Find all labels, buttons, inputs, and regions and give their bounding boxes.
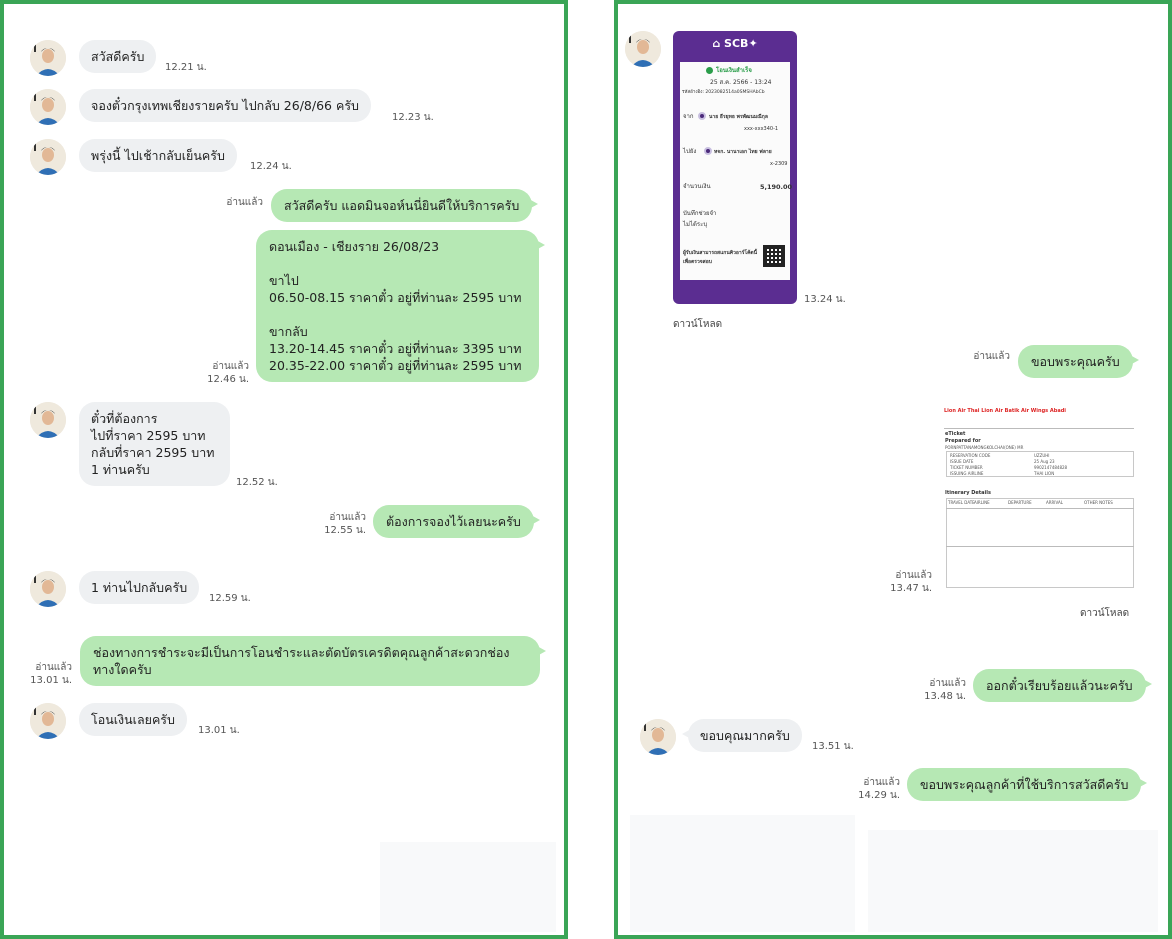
customer-avatar[interactable] [625,31,661,67]
info-key: ISSUING AIRLINE [950,471,984,476]
divider [944,428,1134,429]
slip-to-label: ไปยัง [683,148,697,155]
customer-avatar[interactable] [30,40,66,76]
customer-avatar[interactable] [640,719,676,755]
incoming-message[interactable]: พรุ่งนี้ ไปเช้ากลับเย็นครับ [79,139,237,172]
column-header: DEPARTURE [1008,500,1032,505]
slip-from-account: xxx-xxx340-1 [744,126,779,132]
column-header: ARRIVAL [1046,500,1063,505]
slip-amount-label: จำนวนเงิน [683,183,711,190]
incoming-message[interactable]: จองตั๋วกรุงเทพเชียงรายครับ ไปกลับ 26/8/6… [79,89,371,122]
airline-logos: Lion Air Thai Lion Air Batik Air Wings A… [944,408,1066,414]
slip-from-name: นาย ธีรยุทธ พรพัฒนมณีกุล [709,114,768,120]
message-time: 12.21 น. [165,62,207,73]
divider [946,508,1134,509]
read-receipt: อ่านแล้ว 13.48 น. [924,678,966,702]
outgoing-message[interactable]: สวัสดีครับ แอดมินจอห์นนี่ยินดีให้บริการค… [271,189,539,222]
itinerary-title: Itinerary Details [945,490,991,496]
column-header: AIRLINE [974,500,990,505]
blank-area [380,842,556,932]
customer-avatar[interactable] [30,402,66,438]
blank-area [630,815,855,932]
slip-from-label: จาก [683,113,694,120]
success-check-icon [706,67,713,74]
download-link[interactable]: ดาวน์โหลด [673,317,722,332]
read-receipt: อ่านแล้ว [226,197,263,208]
eticket-image[interactable]: Lion Air Thai Lion Air Batik Air Wings A… [944,400,1136,592]
slip-to-account: x-2309 [770,161,788,167]
outgoing-message[interactable]: ออกตั๋วเรียบร้อยแล้วนะครับ [973,669,1152,702]
incoming-message[interactable]: ตั๋วที่ต้องการ ไปที่ราคา 2595 บาท กลับที… [79,402,230,486]
slip-to-name: หจก. นานาเอก ไทย ฟลาย [714,149,772,155]
info-key: RESERVATION CODE [950,453,991,458]
outgoing-message[interactable]: ดอนเมือง - เชียงราย 26/08/23 ขาไป 06.50-… [256,230,545,382]
eticket-title: eTicket [945,431,966,437]
read-receipt: อ่านแล้ว [973,351,1010,362]
qr-code-icon [763,245,785,267]
customer-avatar[interactable] [30,571,66,607]
slip-ref: รหัสอ้างอิง: 2023082514a0SMSHAbCb [682,90,765,95]
info-value: UZZUHI [1034,453,1050,458]
transfer-slip-image[interactable]: ⌂ SCB✦ โอนเงินสำเร็จ 25 ส.ค. 2566 - 13:2… [673,31,797,304]
read-receipt: อ่านแล้ว 13.47 น. [890,570,932,594]
customer-avatar[interactable] [30,703,66,739]
outgoing-message[interactable]: ขอบพระคุณครับ [1018,345,1139,378]
message-time: 13.24 น. [804,294,846,305]
account-icon [698,112,706,120]
info-value: THAI LION [1034,471,1055,476]
message-time: 12.23 น. [392,112,434,123]
passenger-name: PORNPATTANAMONGKOLCHAI(ONE) MR [945,445,1024,450]
read-receipt: อ่านแล้ว 14.29 น. [858,777,900,801]
prepared-for-label: Prepared for [945,438,981,444]
download-link[interactable]: ดาวน์โหลด [1080,606,1129,621]
slip-amount: 5,190.00 [760,183,793,191]
read-receipt: อ่านแล้ว 13.01 น. [30,662,72,686]
scb-logo: ⌂ SCB✦ [712,37,758,50]
blank-area [868,830,1158,932]
message-time: 13.51 น. [812,741,854,752]
message-time: 12.52 น. [236,477,278,488]
account-icon [704,147,712,155]
outgoing-message[interactable]: ต้องการจองไว้เลยนะครับ [373,505,540,538]
slip-content: โอนเงินสำเร็จ 25 ส.ค. 2566 - 13:24 รหัสอ… [680,62,793,280]
info-value: 9902147484828 [1034,465,1068,470]
message-time: 13.01 น. [198,725,240,736]
read-receipt: อ่านแล้ว 12.55 น. [324,512,366,536]
incoming-message[interactable]: สวัสดีครับ [79,40,157,73]
slip-datetime: 25 ส.ค. 2566 - 13:24 [710,79,772,86]
incoming-message[interactable]: โอนเงินเลยครับ [79,703,187,736]
column-header: TRAVEL DATE [948,500,975,505]
read-receipt: อ่านแล้ว 12.46 น. [207,361,249,385]
incoming-message[interactable]: ขอบคุณมากครับ [682,719,802,752]
outgoing-message[interactable]: ขอบพระคุณลูกค้าที่ใช้บริการสวัสดีครับ [907,768,1148,801]
message-time: 12.24 น. [250,161,292,172]
divider [946,546,1134,547]
slip-memo-label: บันทึกช่วยจำ [683,210,717,217]
customer-avatar[interactable] [30,139,66,175]
incoming-message[interactable]: 1 ท่านไปกลับครับ [79,571,200,604]
info-key: ISSUE DATE [950,459,974,464]
info-value: 25 Aug 23 [1034,459,1055,464]
info-key: TICKET NUMBER [950,465,983,470]
slip-scan-note: ผู้รับเงินสามารถสแกนคิวอาร์โค้ดนี้เพื่อต… [683,250,758,265]
column-header: OTHER NOTES [1084,500,1113,505]
slip-memo: ไม่ได้ระบุ [683,221,708,228]
slip-status: โอนเงินสำเร็จ [716,67,752,74]
itinerary-table [946,498,1134,588]
message-time: 12.59 น. [209,593,251,604]
customer-avatar[interactable] [30,89,66,125]
outgoing-message[interactable]: ช่องทางการชำระจะมีเป็นการโอนชำระและตัดบั… [80,636,546,686]
